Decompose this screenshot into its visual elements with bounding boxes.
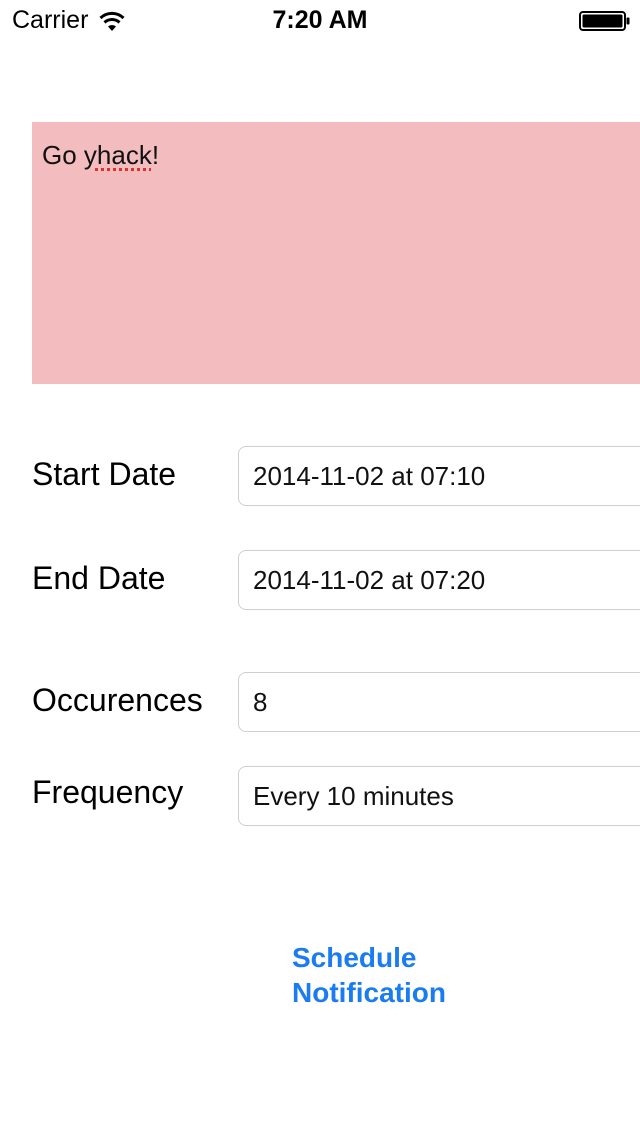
schedule-button-line2: Notification <box>292 977 446 1008</box>
message-prefix: Go <box>42 140 84 170</box>
occurrences-value: 8 <box>253 687 268 717</box>
frequency-field[interactable]: Every 10 minutes <box>238 766 640 826</box>
start-date-label: Start Date <box>32 456 177 492</box>
message-text: Go yhack! <box>42 140 159 171</box>
frequency-label: Frequency <box>32 774 184 810</box>
message-text-view[interactable]: Go yhack! <box>32 122 640 384</box>
frequency-value: Every 10 minutes <box>253 781 454 811</box>
end-date-label: End Date <box>32 560 166 596</box>
end-date-field[interactable]: 2014-11-02 at 07:20 <box>238 550 640 610</box>
end-date-value: 2014-11-02 at 07:20 <box>253 565 486 595</box>
screen: Carrier 7:20 AM Go yhack! Start Date 201… <box>0 0 640 1136</box>
schedule-notification-button[interactable]: Schedule Notification <box>292 940 492 1010</box>
misspelled-word: yhack <box>83 140 152 170</box>
status-bar: Carrier 7:20 AM <box>0 0 640 40</box>
battery-icon <box>579 11 630 31</box>
status-clock: 7:20 AM <box>272 6 368 34</box>
message-suffix: ! <box>151 140 160 170</box>
schedule-button-line1: Schedule <box>292 942 417 973</box>
occurrences-field[interactable]: 8 <box>238 672 640 732</box>
start-date-value: 2014-11-02 at 07:10 <box>253 461 486 491</box>
occurrences-label: Occurences <box>32 682 203 718</box>
start-date-field[interactable]: 2014-11-02 at 07:10 <box>238 446 640 506</box>
